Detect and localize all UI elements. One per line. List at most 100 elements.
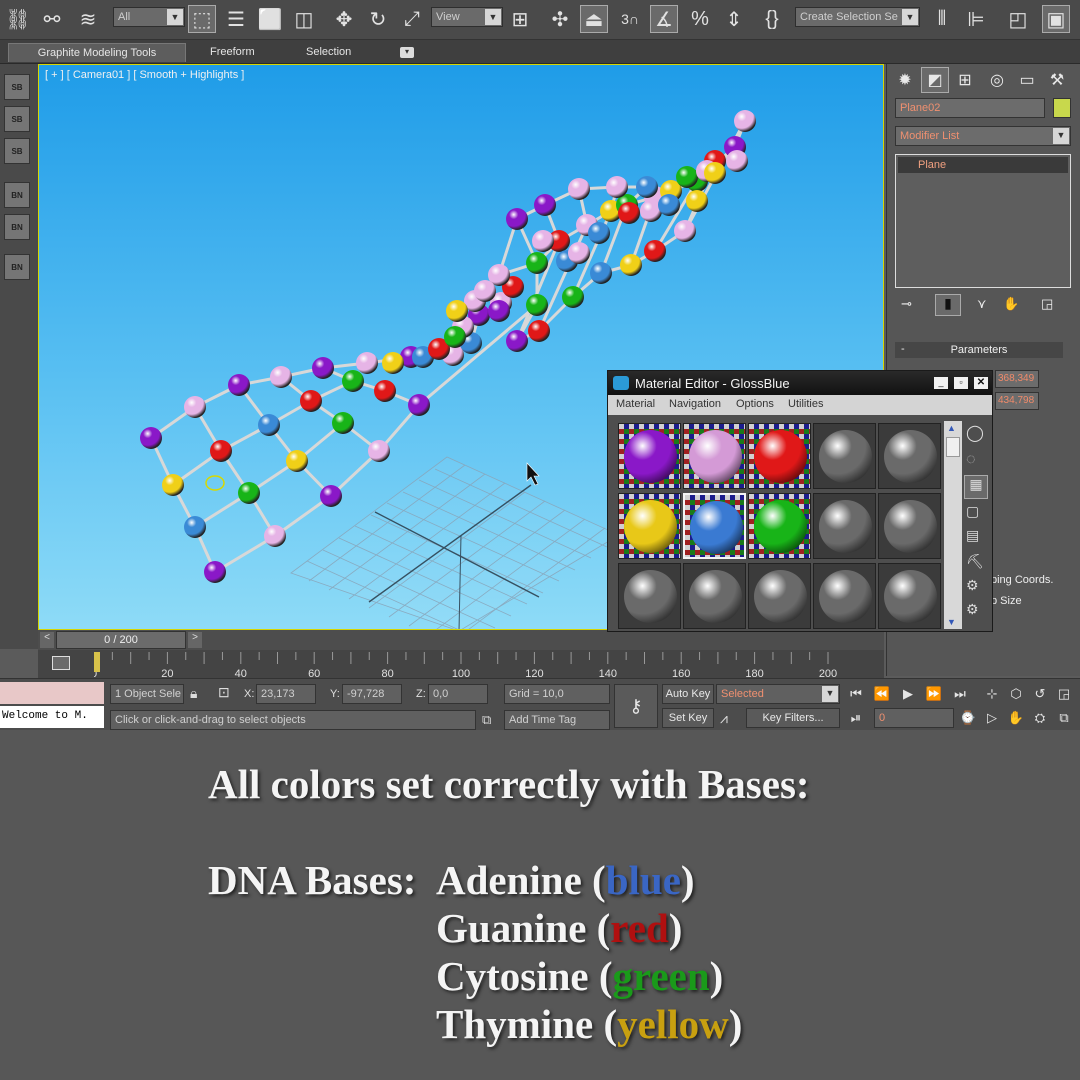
- y-coord-field[interactable]: -97,728: [342, 684, 402, 704]
- scroll-down-icon[interactable]: ▼: [947, 617, 956, 627]
- bend-icon[interactable]: BN: [4, 182, 30, 208]
- add-time-tag[interactable]: Add Time Tag: [504, 710, 610, 730]
- shell-copy-icon[interactable]: SB: [4, 138, 30, 164]
- tab-selection[interactable]: Selection: [296, 43, 361, 62]
- material-slot[interactable]: [878, 563, 941, 629]
- shell-modifier-icon[interactable]: SB: [4, 106, 30, 132]
- pin-stack-icon[interactable]: ⊸: [901, 296, 925, 312]
- material-slot[interactable]: [748, 423, 811, 489]
- scale-icon[interactable]: ⤢: [398, 5, 426, 33]
- rotate-icon[interactable]: ↻: [364, 5, 392, 33]
- set-key-button[interactable]: Set Key: [662, 708, 714, 728]
- set-keys-key-icon[interactable]: ⚷: [614, 684, 658, 728]
- move-icon[interactable]: ✥: [330, 5, 358, 33]
- field-of-view-icon[interactable]: ▷: [982, 708, 1002, 728]
- keyboard-shortcut-icon[interactable]: ⏏: [580, 5, 608, 33]
- object-name-field[interactable]: Plane02: [895, 98, 1045, 118]
- tab-freeform[interactable]: Freeform: [200, 43, 265, 62]
- auto-key-button[interactable]: Auto Key: [662, 684, 714, 704]
- bind-space-warp-icon[interactable]: ≋: [74, 5, 102, 33]
- material-slot[interactable]: [683, 563, 746, 629]
- menu-utilities[interactable]: Utilities: [788, 398, 823, 410]
- absolute-mode-icon[interactable]: ⊡: [218, 684, 230, 701]
- sample-type-icon[interactable]: ◯: [966, 423, 988, 445]
- width-field[interactable]: 434,798: [995, 392, 1039, 410]
- link-icon[interactable]: ⛓: [4, 5, 32, 33]
- show-end-result-icon[interactable]: ▮: [935, 294, 961, 316]
- key-filters-button[interactable]: Key Filters...: [746, 708, 840, 728]
- snap-toggle[interactable]: 3 ∩: [616, 5, 644, 33]
- material-slot[interactable]: [748, 493, 811, 559]
- display-tab-icon[interactable]: ▭: [1013, 67, 1041, 93]
- key-mode-icon[interactable]: ⏯: [846, 708, 866, 728]
- tangent-icon[interactable]: ⩘: [720, 710, 728, 727]
- shell-icon[interactable]: SB: [4, 74, 30, 100]
- minimize-icon[interactable]: _: [934, 377, 948, 389]
- maximize-icon[interactable]: ▫: [954, 377, 968, 389]
- options-icon[interactable]: ⚙: [966, 577, 988, 599]
- menu-options[interactable]: Options: [736, 398, 774, 410]
- modifier-list-dropdown[interactable]: Modifier List ▼: [895, 126, 1071, 146]
- material-slot[interactable]: [748, 563, 811, 629]
- named-selection-dropdown[interactable]: Create Selection Se ▼: [795, 7, 920, 27]
- slider-next-icon[interactable]: >: [188, 632, 202, 648]
- window-crossing-icon[interactable]: ◫: [290, 5, 318, 33]
- video-color-check-icon[interactable]: ▤: [966, 527, 988, 549]
- create-tab-icon[interactable]: ✹: [891, 67, 919, 93]
- isolate-icon[interactable]: ⧉: [482, 712, 491, 728]
- align-icon[interactable]: ⊫: [962, 5, 990, 33]
- percent-snap-icon[interactable]: %: [686, 5, 714, 33]
- close-icon[interactable]: ✕: [974, 377, 988, 389]
- bend-copy-icon[interactable]: BN: [4, 254, 30, 280]
- slider-prev-icon[interactable]: <: [40, 632, 54, 648]
- material-slot[interactable]: [618, 423, 681, 489]
- go-to-end-icon[interactable]: ⏭: [950, 684, 970, 704]
- menu-material[interactable]: Material: [616, 398, 655, 410]
- backlight-icon[interactable]: ◌: [966, 451, 988, 473]
- curve-editor-icon[interactable]: [52, 656, 70, 670]
- tab-graphite-modeling-tools[interactable]: Graphite Modeling Tools: [8, 43, 186, 62]
- ribbon-toggle-icon[interactable]: ▾: [400, 47, 414, 58]
- walk-through-icon[interactable]: ⛭: [1030, 708, 1050, 728]
- stack-item-plane[interactable]: Plane: [898, 157, 1068, 173]
- x-coord-field[interactable]: 23,173: [256, 684, 316, 704]
- material-slot[interactable]: [813, 423, 876, 489]
- material-slot[interactable]: [618, 563, 681, 629]
- modify-tab-icon[interactable]: ◩: [921, 67, 949, 93]
- orbit-icon[interactable]: ↺: [1030, 684, 1050, 704]
- select-by-name-icon[interactable]: ☰: [222, 5, 250, 33]
- manipulate-icon[interactable]: ✣: [546, 5, 574, 33]
- remove-modifier-icon[interactable]: ✋: [1003, 296, 1023, 312]
- time-slider-thumb[interactable]: 0 / 200: [56, 631, 186, 649]
- length-field[interactable]: 368,349: [995, 370, 1039, 388]
- edit-named-selection-icon[interactable]: {}: [758, 5, 786, 33]
- bend-modifier-icon[interactable]: BN: [4, 214, 30, 240]
- spinner-snap-icon[interactable]: ⇕: [720, 5, 748, 33]
- lock-icon[interactable]: 🔒︎: [190, 685, 197, 702]
- maximize-viewport-icon[interactable]: ◲: [1054, 684, 1074, 704]
- angle-snap-icon[interactable]: ∡: [650, 5, 678, 33]
- select-by-material-icon[interactable]: ⚙: [966, 601, 988, 623]
- selection-filter-dropdown[interactable]: All ▼: [113, 7, 185, 27]
- motion-tab-icon[interactable]: ◎: [983, 67, 1011, 93]
- play-icon[interactable]: ▶: [898, 684, 918, 704]
- previous-frame-icon[interactable]: ⏪: [872, 684, 892, 704]
- material-editor-titlebar[interactable]: Material Editor - GlossBlue _ ▫ ✕: [608, 371, 992, 395]
- material-slot[interactable]: [683, 423, 746, 489]
- material-slot[interactable]: [813, 493, 876, 559]
- make-unique-icon[interactable]: ⋎: [977, 296, 997, 312]
- modifier-stack[interactable]: Plane: [895, 154, 1071, 288]
- key-filter-select[interactable]: Selected ▼: [716, 684, 840, 704]
- material-slot[interactable]: [878, 423, 941, 489]
- slots-scrollbar[interactable]: ▲ ▼: [944, 421, 962, 629]
- parameters-rollout-header[interactable]: - Parameters: [895, 342, 1063, 358]
- scroll-thumb[interactable]: [946, 437, 960, 457]
- material-slot[interactable]: [878, 493, 941, 559]
- time-slider[interactable]: < 0 / 200 >: [38, 630, 884, 650]
- layer-icon[interactable]: ◰: [1004, 5, 1032, 33]
- hierarchy-tab-icon[interactable]: ⊞: [951, 67, 979, 93]
- scroll-up-icon[interactable]: ▲: [947, 423, 956, 433]
- configure-sets-icon[interactable]: ◲: [1041, 296, 1061, 312]
- make-preview-icon[interactable]: ⛏: [966, 553, 988, 575]
- render-setup-icon[interactable]: ▣: [1042, 5, 1070, 33]
